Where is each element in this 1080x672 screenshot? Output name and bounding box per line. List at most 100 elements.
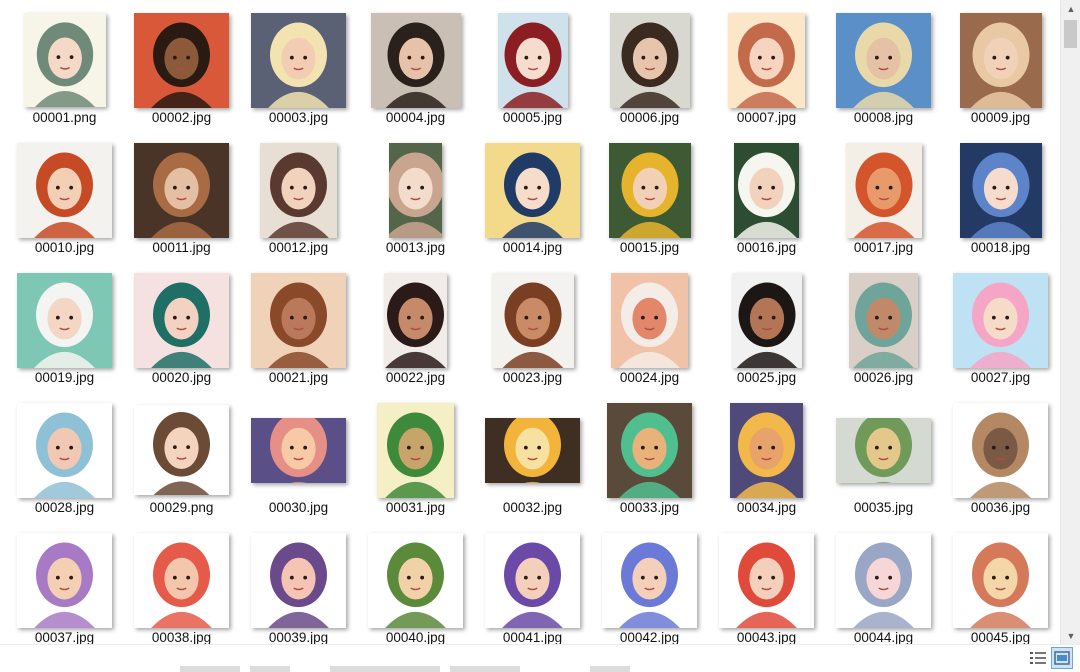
image-thumbnail[interactable] — [611, 272, 688, 368]
file-item[interactable]: 00020.jpg — [123, 265, 240, 395]
image-thumbnail[interactable] — [607, 402, 692, 498]
file-item[interactable]: 00027.jpg — [942, 265, 1059, 395]
image-thumbnail[interactable] — [17, 532, 112, 628]
file-item[interactable]: 00028.jpg — [6, 395, 123, 525]
image-thumbnail[interactable] — [953, 272, 1048, 368]
image-thumbnail[interactable] — [836, 532, 931, 628]
scroll-down-icon[interactable]: ▼ — [1061, 627, 1080, 644]
file-item[interactable]: 00006.jpg — [591, 5, 708, 135]
details-view-button[interactable] — [1027, 647, 1049, 669]
file-item[interactable]: 00036.jpg — [942, 395, 1059, 525]
image-thumbnail[interactable] — [497, 12, 568, 108]
file-item[interactable]: 00042.jpg — [591, 525, 708, 644]
image-thumbnail[interactable] — [734, 142, 799, 238]
file-item[interactable]: 00023.jpg — [474, 265, 591, 395]
image-thumbnail[interactable] — [959, 12, 1042, 108]
image-thumbnail[interactable] — [485, 417, 580, 483]
file-item[interactable]: 00033.jpg — [591, 395, 708, 525]
file-item[interactable]: 00032.jpg — [474, 395, 591, 525]
image-thumbnail[interactable] — [17, 402, 112, 498]
image-thumbnail[interactable] — [17, 272, 112, 368]
image-thumbnail[interactable] — [728, 12, 805, 108]
file-item[interactable]: 00022.jpg — [357, 265, 474, 395]
file-item[interactable]: 00008.jpg — [825, 5, 942, 135]
thumbnail-frame — [240, 265, 357, 375]
image-thumbnail[interactable] — [609, 12, 690, 108]
file-item[interactable]: 00001.png — [6, 5, 123, 135]
image-thumbnail[interactable] — [368, 532, 463, 628]
large-icons-view-button[interactable] — [1051, 647, 1073, 669]
image-thumbnail[interactable] — [134, 12, 229, 108]
image-thumbnail[interactable] — [608, 142, 691, 238]
file-item[interactable]: 00015.jpg — [591, 135, 708, 265]
image-thumbnail[interactable] — [260, 142, 337, 238]
scrollbar-thumb[interactable] — [1064, 20, 1077, 48]
file-item[interactable]: 00016.jpg — [708, 135, 825, 265]
file-item[interactable]: 00029.png — [123, 395, 240, 525]
file-item[interactable]: 00045.jpg — [942, 525, 1059, 644]
file-item[interactable]: 00035.jpg — [825, 395, 942, 525]
file-item[interactable]: 00004.jpg — [357, 5, 474, 135]
file-item[interactable]: 00044.jpg — [825, 525, 942, 644]
file-item[interactable]: 00007.jpg — [708, 5, 825, 135]
file-item[interactable]: 00031.jpg — [357, 395, 474, 525]
file-item[interactable]: 00025.jpg — [708, 265, 825, 395]
file-item[interactable]: 00017.jpg — [825, 135, 942, 265]
file-item[interactable]: 00021.jpg — [240, 265, 357, 395]
file-item[interactable]: 00003.jpg — [240, 5, 357, 135]
file-item[interactable]: 00024.jpg — [591, 265, 708, 395]
file-item[interactable]: 00037.jpg — [6, 525, 123, 644]
file-item[interactable]: 00039.jpg — [240, 525, 357, 644]
image-thumbnail[interactable] — [953, 402, 1048, 498]
image-thumbnail[interactable] — [251, 532, 346, 628]
image-thumbnail[interactable] — [377, 402, 454, 498]
image-thumbnail[interactable] — [719, 532, 814, 628]
file-item[interactable]: 00040.jpg — [357, 525, 474, 644]
image-thumbnail[interactable] — [953, 532, 1048, 628]
status-text-fragment — [590, 666, 630, 672]
image-thumbnail[interactable] — [485, 142, 580, 238]
image-thumbnail[interactable] — [836, 12, 931, 108]
file-item[interactable]: 00009.jpg — [942, 5, 1059, 135]
portrait-illustration — [251, 417, 346, 483]
file-item[interactable]: 00002.jpg — [123, 5, 240, 135]
image-thumbnail[interactable] — [959, 142, 1042, 238]
image-thumbnail[interactable] — [134, 272, 229, 368]
image-thumbnail[interactable] — [370, 12, 461, 108]
image-thumbnail[interactable] — [134, 532, 229, 628]
file-item[interactable]: 00019.jpg — [6, 265, 123, 395]
image-thumbnail[interactable] — [134, 142, 229, 238]
image-thumbnail[interactable] — [251, 12, 346, 108]
file-item[interactable]: 00011.jpg — [123, 135, 240, 265]
file-item[interactable]: 00018.jpg — [942, 135, 1059, 265]
image-thumbnail[interactable] — [389, 142, 442, 238]
image-thumbnail[interactable] — [491, 272, 574, 368]
vertical-scrollbar[interactable]: ▲ ▼ — [1060, 0, 1080, 644]
image-thumbnail[interactable] — [384, 272, 447, 368]
file-item[interactable]: 00034.jpg — [708, 395, 825, 525]
image-thumbnail[interactable] — [845, 142, 922, 238]
scroll-up-icon[interactable]: ▲ — [1061, 0, 1080, 17]
image-thumbnail[interactable] — [17, 142, 112, 238]
image-thumbnail[interactable] — [836, 417, 931, 483]
file-item[interactable]: 00005.jpg — [474, 5, 591, 135]
file-item[interactable]: 00043.jpg — [708, 525, 825, 644]
file-item[interactable]: 00038.jpg — [123, 525, 240, 644]
file-item[interactable]: 00030.jpg — [240, 395, 357, 525]
image-thumbnail[interactable] — [134, 405, 229, 495]
image-thumbnail[interactable] — [730, 402, 803, 498]
image-thumbnail[interactable] — [849, 272, 918, 368]
image-thumbnail[interactable] — [251, 272, 346, 368]
image-thumbnail[interactable] — [485, 532, 580, 628]
image-thumbnail[interactable] — [251, 417, 346, 483]
image-thumbnail[interactable] — [602, 532, 697, 628]
image-thumbnail[interactable] — [23, 13, 106, 107]
file-item[interactable]: 00013.jpg — [357, 135, 474, 265]
file-item[interactable]: 00010.jpg — [6, 135, 123, 265]
file-item[interactable]: 00012.jpg — [240, 135, 357, 265]
file-name: 00015.jpg — [619, 240, 680, 255]
image-thumbnail[interactable] — [731, 272, 802, 368]
file-item[interactable]: 00041.jpg — [474, 525, 591, 644]
file-item[interactable]: 00026.jpg — [825, 265, 942, 395]
file-item[interactable]: 00014.jpg — [474, 135, 591, 265]
